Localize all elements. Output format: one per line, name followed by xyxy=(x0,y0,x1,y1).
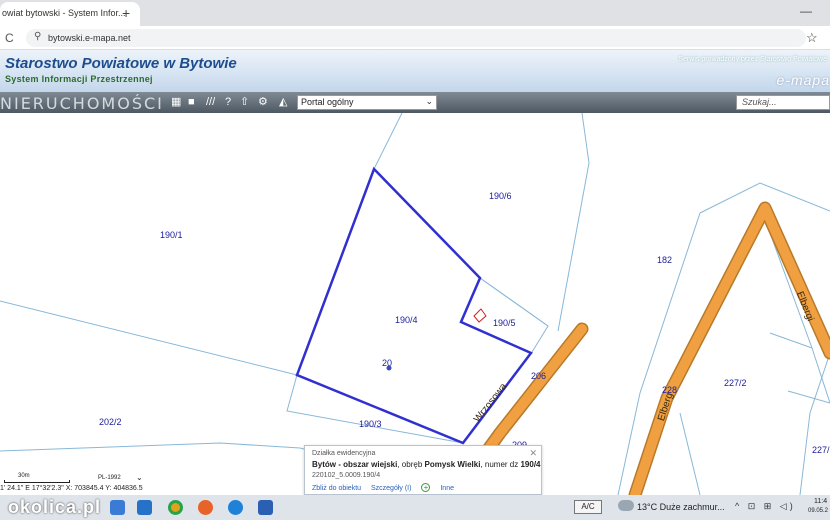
browser-tabstrip: owiat bytowski - System Infor... + — xyxy=(0,0,830,26)
parcel-boundary xyxy=(0,442,301,452)
system-tray[interactable]: ^ ⊡ ⊞ ◁) xyxy=(735,501,796,512)
popup-obreb-prefix: , obręb xyxy=(397,460,425,469)
map-toolbar: NIERUCHOMOŚCI ▦ ■ /// ? ⇧ ⚙ ◭ Portal ogó… xyxy=(0,92,830,113)
screen: owiat bytowski - System Infor... + — C ⚲… xyxy=(0,0,830,520)
portal-select-value: Portal ogólny xyxy=(301,97,354,107)
parcel-label-227: 227/ xyxy=(812,445,830,455)
hatch-icon[interactable]: /// xyxy=(206,95,215,109)
firefox-icon[interactable] xyxy=(198,500,213,515)
address-number: 20 xyxy=(382,358,393,368)
parcel-info-popup: Działka ewidencyjna ✕ Bytów - obszar wie… xyxy=(304,445,542,495)
close-icon[interactable]: ✕ xyxy=(529,448,537,459)
mail-icon[interactable] xyxy=(137,500,152,515)
new-tab-button[interactable]: + xyxy=(122,5,130,21)
popup-location: Bytów - obszar wiejski xyxy=(312,460,398,469)
emapa-logo: e-mapa xyxy=(776,72,830,88)
road-elbergi-outline xyxy=(628,201,830,495)
site-title: Starostwo Powiatowe w Bytowie xyxy=(5,55,237,72)
parcel-label-190-5: 190/5 xyxy=(493,318,516,328)
popup-parcel-description: Bytów - obszar wiejski, obręb Pomysk Wie… xyxy=(312,460,541,469)
search-placeholder: Szukaj... xyxy=(742,97,777,107)
cloud-icon xyxy=(618,500,634,511)
portal-select[interactable]: Portal ogólny ⌄ xyxy=(297,95,437,110)
plus-icon[interactable]: + xyxy=(421,483,431,492)
cursor-coordinates: 1' 24.1" E 17°32'2.3" X: 703845.4 Y: 404… xyxy=(0,485,143,492)
windows-taskbar: okolica.pl A/C 13°C Duże zachmur... ^ ⊡ … xyxy=(0,495,830,520)
other-link[interactable]: Inne xyxy=(440,485,454,492)
edge-icon[interactable] xyxy=(228,500,243,515)
clock-time[interactable]: 11:4 xyxy=(814,498,827,505)
parcel-boundary xyxy=(0,300,298,376)
settings-icon[interactable]: ⚙ xyxy=(258,95,268,109)
word-icon[interactable] xyxy=(258,500,273,515)
parcel-label-206: 206 xyxy=(531,371,547,381)
zoom-to-object-link[interactable]: Zbliż do obiektu xyxy=(312,485,361,492)
popup-numer: 190/4 xyxy=(520,460,541,469)
minimize-button[interactable]: — xyxy=(800,4,812,18)
search-input[interactable]: Szukaj... xyxy=(736,95,830,110)
map-vector-layer xyxy=(0,113,830,495)
parcel-boundary xyxy=(769,332,813,349)
popup-links: Zbliż do obiektu Szczegóły (I) + Inne xyxy=(312,483,462,492)
upload-icon[interactable]: ⇧ xyxy=(240,95,249,109)
parcel-label-190-3: 190/3 xyxy=(359,419,382,429)
parcel-boundary xyxy=(373,113,403,170)
building-marker xyxy=(473,308,487,323)
nieruchomosci-wordmark[interactable]: NIERUCHOMOŚCI xyxy=(0,94,164,113)
watermark-logo: okolica.pl xyxy=(8,497,102,517)
parcel-boundary xyxy=(799,352,830,495)
parcel-label-190-6: 190/6 xyxy=(489,191,512,201)
popup-title: Działka ewidencyjna xyxy=(312,450,376,457)
parcel-label-190-1: 190/1 xyxy=(160,230,183,240)
chevron-down-icon[interactable]: ⌄ xyxy=(136,473,143,482)
url-field[interactable]: ⚲ bytowski.e-mapa.net xyxy=(26,29,806,47)
app-icon-explorer[interactable] xyxy=(110,500,125,515)
parcel-label-182: 182 xyxy=(657,255,673,265)
reload-icon[interactable]: C xyxy=(5,31,14,45)
parcel-boundary xyxy=(679,412,701,495)
parcel-label-202-2: 202/2 xyxy=(99,417,122,427)
scale-label: 30m xyxy=(18,473,30,479)
browser-tab[interactable]: owiat bytowski - System Infor... xyxy=(0,2,140,26)
layers-icon[interactable]: ◭ xyxy=(279,95,287,109)
comment-icon[interactable]: ■ xyxy=(188,95,195,109)
chevron-down-icon: ⌄ xyxy=(425,96,433,106)
clock-date[interactable]: 09.05.2 xyxy=(808,508,828,514)
scale-line xyxy=(4,480,70,483)
popup-obreb: Pomysk Wielki xyxy=(424,460,481,469)
help-icon[interactable]: ? xyxy=(225,95,231,109)
tab-title: owiat bytowski - System Infor... xyxy=(2,8,126,18)
chrome-icon[interactable] xyxy=(168,500,183,515)
parcel-boundary xyxy=(479,277,549,353)
crs-select[interactable]: PL-1992 xyxy=(98,475,121,481)
address-bar: C ⚲ bytowski.e-mapa.net ☆ xyxy=(0,26,830,50)
parcel-label-190-4: 190/4 xyxy=(395,315,418,325)
site-header: Starostwo Powiatowe w Bytowie System Inf… xyxy=(0,50,830,92)
site-info-icon[interactable]: ⚲ xyxy=(34,31,41,42)
parcel-boundary xyxy=(557,113,590,332)
details-link[interactable]: Szczegóły (I) xyxy=(371,485,411,492)
bookmark-star-icon[interactable]: ☆ xyxy=(806,30,818,46)
map-canvas[interactable]: 190/1 190/6 182 190/4 190/5 20 206 227/2… xyxy=(0,113,830,495)
popup-parcel-id: 220102_5.0009.190/4 xyxy=(312,472,381,479)
site-subtitle: System Informacji Przestrzennej xyxy=(5,74,153,84)
road-elbergi xyxy=(630,203,830,495)
input-method-indicator[interactable]: A/C xyxy=(574,500,602,514)
parcel-boundary xyxy=(787,390,830,404)
site-operator-note: Serwis prowadzony przez Starostwo Powiat… xyxy=(678,56,827,63)
url-text: bytowski.e-mapa.net xyxy=(48,33,131,43)
weather-status[interactable]: 13°C Duże zachmur... xyxy=(637,502,725,512)
popup-numer-prefix: , numer dz xyxy=(480,460,521,469)
table-icon[interactable]: ▦ xyxy=(171,95,181,109)
parcel-label-227-2: 227/2 xyxy=(724,378,747,388)
